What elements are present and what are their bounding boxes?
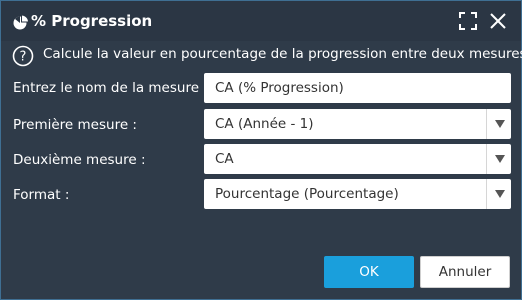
ok-button[interactable]: OK bbox=[324, 256, 414, 288]
chevron-down-icon[interactable] bbox=[495, 155, 505, 163]
measure-name-value: CA (% Progression) bbox=[215, 80, 344, 96]
first-measure-label: Première mesure : bbox=[13, 117, 137, 133]
maximize-icon[interactable] bbox=[459, 12, 477, 30]
measure-name-input[interactable]: CA (% Progression) bbox=[204, 73, 511, 103]
close-icon[interactable] bbox=[489, 12, 507, 30]
dropdown-separator bbox=[486, 144, 487, 174]
format-label: Format : bbox=[13, 187, 70, 203]
dropdown-separator bbox=[486, 179, 487, 209]
dialog-titlebar[interactable]: % Progression bbox=[1, 1, 521, 41]
second-measure-value: CA bbox=[215, 151, 234, 167]
format-value: Pourcentage (Pourcentage) bbox=[215, 186, 399, 202]
pie-chart-icon bbox=[12, 13, 30, 31]
dialog-title: % Progression bbox=[31, 12, 153, 30]
help-icon: ? bbox=[12, 45, 34, 67]
second-measure-select[interactable]: CA bbox=[204, 144, 511, 174]
format-select[interactable]: Pourcentage (Pourcentage) bbox=[204, 179, 511, 209]
help-text: Calcule la valeur en pourcentage de la p… bbox=[43, 46, 522, 62]
second-measure-label: Deuxième mesure : bbox=[13, 152, 146, 168]
svg-text:?: ? bbox=[20, 50, 27, 65]
dropdown-separator bbox=[486, 109, 487, 139]
chevron-down-icon[interactable] bbox=[495, 190, 505, 198]
cancel-button[interactable]: Annuler bbox=[420, 256, 510, 288]
first-measure-value: CA (Année - 1) bbox=[215, 116, 314, 132]
measure-name-label: Entrez le nom de la mesure : bbox=[13, 80, 208, 96]
dialog-window: % Progression ? Calcule la valeur en pou… bbox=[0, 0, 522, 300]
chevron-down-icon[interactable] bbox=[495, 120, 505, 128]
first-measure-select[interactable]: CA (Année - 1) bbox=[204, 109, 511, 139]
